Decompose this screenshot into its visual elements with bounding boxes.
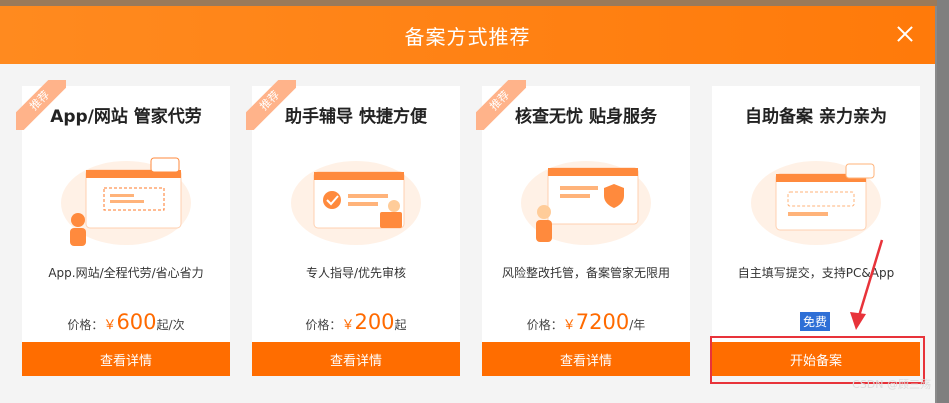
- managed-illustration-icon: [61, 157, 191, 246]
- start-filing-button[interactable]: 开始备案: [712, 342, 920, 376]
- recommend-dialog: 备案方式推荐 推荐 App/网站 管家代劳 App.网站/全程代劳/省心省力 价…: [0, 6, 935, 403]
- plan-card-verify: 推荐 核查无忧 贴身服务 风险整改托管，备案管家无限用 价格：￥7200/年 查…: [476, 80, 690, 376]
- card-description: 专人指导/优先审核: [305, 266, 407, 280]
- card-title: App/网站 管家代劳: [50, 107, 202, 127]
- annotation-arrow-icon: [850, 239, 884, 330]
- self-service-illustration-icon: [751, 161, 881, 245]
- card-title: 核查无忧 贴身服务: [515, 107, 657, 127]
- view-details-button[interactable]: 查看详情: [22, 342, 230, 376]
- plan-card-assistant: 推荐 助手辅导 快捷方便 专人指导/优先审核 价格：￥200起 查看详情: [246, 80, 460, 376]
- card-title: 自助备案 亲力亲为: [745, 107, 887, 127]
- card-description: 风险整改托管，备案管家无限用: [501, 266, 670, 280]
- card-description: App.网站/全程代劳/省心省力: [48, 266, 204, 280]
- view-details-button[interactable]: 查看详情: [482, 342, 690, 376]
- plan-card-managed: 推荐 App/网站 管家代劳 App.网站/全程代劳/省心省力 价格：￥600起…: [16, 80, 230, 376]
- dialog-title: 备案方式推荐: [404, 24, 531, 49]
- view-details-button[interactable]: 查看详情: [252, 342, 460, 376]
- card-title: 助手辅导 快捷方便: [285, 107, 427, 127]
- dialog-body: 推荐 App/网站 管家代劳 App.网站/全程代劳/省心省力 价格：￥600起…: [0, 64, 935, 403]
- card-price: 价格：￥200起: [305, 310, 407, 334]
- background-edge: [937, 0, 949, 403]
- card-price: 价格：￥600起/次: [67, 310, 185, 334]
- verify-illustration-icon: [521, 161, 651, 245]
- assistant-illustration-icon: [291, 161, 421, 245]
- free-badge: 免费: [800, 312, 831, 331]
- card-price: 价格：￥7200/年: [526, 310, 646, 334]
- watermark: CSDN @顾三殇: [852, 378, 931, 391]
- dialog-header: 备案方式推荐: [0, 6, 935, 64]
- close-icon[interactable]: [893, 22, 917, 46]
